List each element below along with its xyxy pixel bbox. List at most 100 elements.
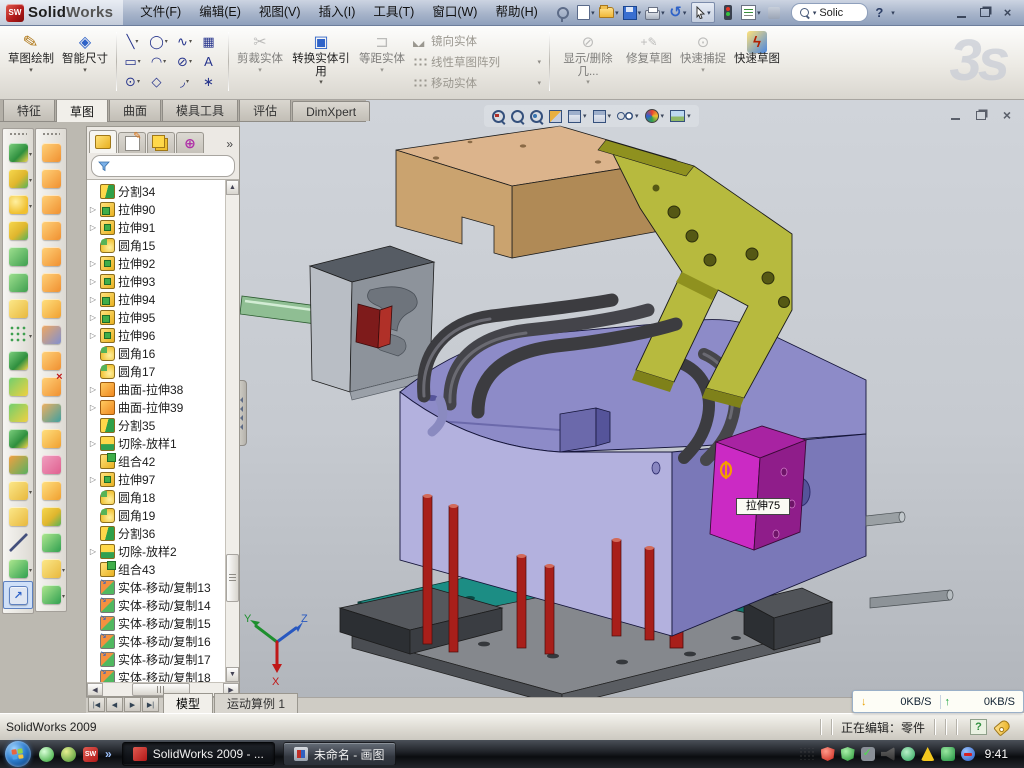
first-tab-button[interactable]: |◀ [88,697,105,712]
toolbar-button[interactable]: ▾ [4,165,32,191]
sketch-entity-button[interactable]: ∗ [199,72,224,92]
sketch-entity-button[interactable]: ▦ [199,32,224,52]
options-button[interactable]: ▾ [741,4,761,22]
expand-arrow-icon[interactable]: ▷ [89,439,97,448]
ribbon-stack-button[interactable]: 线性草图阵列 ▾ [409,52,545,72]
toolbar-button[interactable] [37,321,65,347]
ribbon-stack-button[interactable]: 移动实体 ▾ [409,73,545,93]
tree-item[interactable]: ▷ 分割36 [89,524,225,542]
pin-icon[interactable] [553,4,573,22]
toolbar-button[interactable]: ▾ [37,555,65,581]
toolbar-button[interactable] [37,503,65,529]
toolbar-button[interactable] [4,269,32,295]
toolbar-button[interactable]: ▾ [4,321,32,347]
sketch-entity-button[interactable]: ∿ ▾ [173,32,198,52]
restore-button[interactable] [974,5,995,21]
tree-item[interactable]: ▷ 拉伸91 [89,218,225,236]
scroll-down-button[interactable]: ▼ [226,667,239,682]
menu-item[interactable]: 编辑(E) [190,0,250,25]
scroll-up-button[interactable]: ▲ [226,180,239,195]
expand-arrow-icon[interactable]: ▷ [89,475,97,484]
tab-configurationmanager[interactable] [147,132,175,153]
command-tab[interactable]: DimXpert [292,101,370,121]
tree-item[interactable]: ▷ 圆角17 [89,362,225,380]
tree-item[interactable]: ▷ 切除-放样1 [89,434,225,452]
menu-item[interactable]: 工具(T) [364,0,423,25]
previous-view-button[interactable] [530,110,543,123]
keyboard-layout-icon[interactable] [798,748,815,760]
tree-item[interactable]: ▷ 拉伸95 [89,308,225,326]
toolbar-button[interactable] [37,347,65,373]
tree-item[interactable]: ▷ 分割35 [89,416,225,434]
command-tab[interactable]: 评估 [239,98,291,121]
tray-icon[interactable] [861,747,875,761]
last-tab-button[interactable]: ▶| [142,697,159,712]
sketch-entity-button[interactable]: ▭ ▾ [121,52,146,72]
tab-propertymanager[interactable] [118,132,146,153]
sketch-entity-button[interactable]: ◯ ▾ [147,32,172,52]
model-sprue-bushing-assembly[interactable] [240,246,434,400]
quick-launch-overflow[interactable]: » [105,747,112,761]
toolbar-button[interactable] [37,243,65,269]
toolbar-button[interactable] [4,425,32,451]
toolbar-button[interactable] [37,139,65,165]
tree-item[interactable]: ▷ 拉伸92 [89,254,225,272]
command-tab[interactable]: 草图 [56,98,108,122]
tray-icon[interactable] [921,747,935,761]
expand-arrow-icon[interactable]: ▷ [89,277,97,286]
graphics-viewport[interactable]: Y Z X 拉伸75 [240,100,1024,697]
menu-item[interactable]: 插入(I) [310,0,365,25]
select-button[interactable]: ▾ [691,2,715,23]
zoom-fit-button[interactable] [492,110,505,123]
search-box[interactable]: ▾ Solic [791,3,869,22]
toolbar-button[interactable] [4,451,32,477]
toolbar-button[interactable]: ▾ [4,477,32,503]
tree-vertical-scrollbar[interactable]: ▲ ▼ [225,180,239,682]
apply-scene-button[interactable]: ▾ [670,110,691,122]
expand-arrow-icon[interactable]: ▷ [89,295,97,304]
toolbar-button[interactable] [37,529,65,555]
model-slide-insert[interactable] [710,426,806,550]
sketch-entity-button[interactable]: ⊙ ▾ [121,72,146,92]
menu-item[interactable]: 窗口(W) [423,0,486,25]
sketch-entity-button[interactable]: ◞ ▾ [173,72,198,92]
toolbar-button[interactable] [37,451,65,477]
tree-item[interactable]: ▷ 拉伸96 [89,326,225,344]
undo-button[interactable]: ↺▾ [668,4,688,22]
display-style-button[interactable]: ▾ [593,110,612,123]
tree-item[interactable]: ▷ 拉伸90 [89,200,225,218]
ribbon-button[interactable]: 转换实体引用 ▾ [287,29,355,94]
doc-minimize-button[interactable] [946,108,964,122]
expand-arrow-icon[interactable]: ▷ [89,403,97,412]
toolbar-button[interactable] [4,399,32,425]
taskbar-button[interactable]: SolidWorks 2009 - ... [122,742,275,766]
minimize-button[interactable] [951,5,972,21]
open-button[interactable]: ▾ [599,4,619,22]
tab-dimxpertmanager[interactable]: ⊕ [176,132,204,153]
toolbar-button[interactable] [37,477,65,503]
sketch-entity-button[interactable]: ◇ [147,72,172,92]
ribbon-stack-button[interactable]: 镜向实体 [409,31,545,51]
section-view-button[interactable] [549,110,562,123]
hide-show-items-button[interactable]: ▾ [617,112,639,120]
expand-arrow-icon[interactable]: ▷ [89,205,97,214]
expand-arrow-icon[interactable]: ▷ [89,547,97,556]
expand-arrow-icon[interactable]: ▷ [89,259,97,268]
tray-icon[interactable] [821,747,835,761]
ribbon-button[interactable]: 显示/删除几... ▾ [554,29,622,94]
tree-item[interactable]: ▷ 圆角16 [89,344,225,362]
help-button[interactable]: ? [871,5,887,20]
toolbar-button[interactable]: ▾ [4,139,32,165]
doc-close-button[interactable]: × [998,108,1016,122]
document-tab[interactable]: 模型 [163,693,213,713]
command-tab[interactable]: 曲面 [109,98,161,121]
menu-item[interactable]: 帮助(H) [486,0,546,25]
taskbar-button[interactable]: 未命名 - 画图 [283,742,396,766]
tree-item[interactable]: ▷ 曲面-拉伸38 [89,380,225,398]
tree-item[interactable]: ▷ 实体-移动/复制15 [89,614,225,632]
toolbar-button[interactable]: ▾ [4,555,32,581]
quick-tips-button[interactable]: ? [970,719,987,735]
menu-item[interactable]: 文件(F) [131,0,190,25]
panel-overflow-button[interactable]: » [222,137,237,153]
ribbon-button[interactable]: 剪裁实体 ▾ [233,29,287,94]
